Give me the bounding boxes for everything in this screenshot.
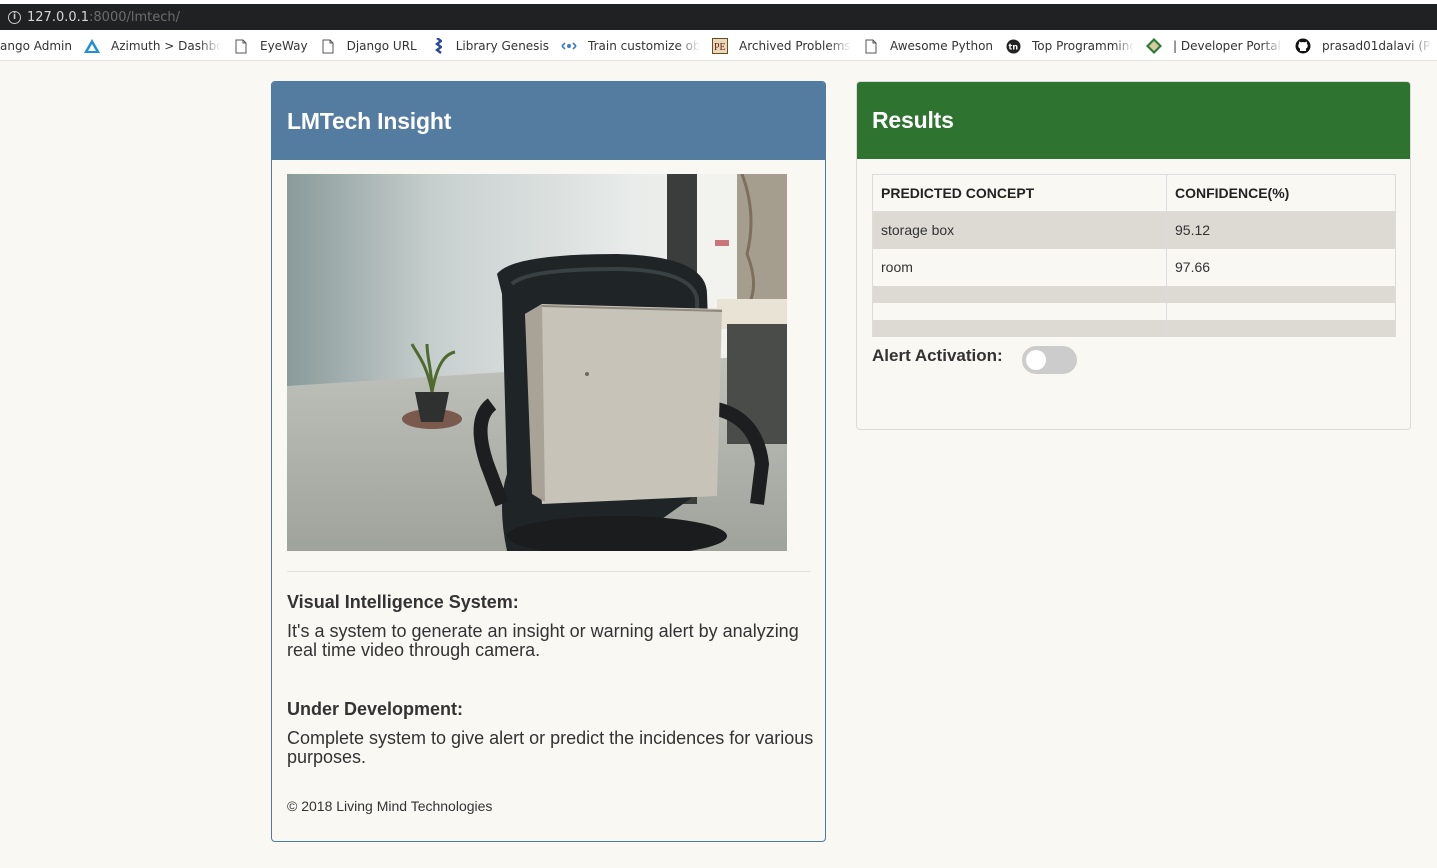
table-row: storage box 95.12 (872, 211, 1396, 249)
confidence-cell (1166, 285, 1396, 303)
section-text-under-development: Complete system to give alert or predict… (287, 728, 814, 767)
table-header-row: PREDICTED CONCEPT CONFIDENCE(%) (872, 174, 1396, 212)
bookmark-azimuth[interactable]: Azimuth > Dashboar (83, 38, 221, 54)
bookmark-archived-problems[interactable]: PE Archived Problems - (712, 38, 851, 54)
bookmarks-bar: ango Admin Azimuth > Dashboar EyeWay Dja… (0, 32, 1437, 61)
bookmark-developer-portal[interactable]: | Developer Portal : T (1146, 38, 1283, 54)
section-title-under-development: Under Development: (287, 699, 464, 719)
alert-activation-label: Alert Activation: (872, 346, 1003, 365)
table-row (872, 302, 1396, 320)
confidence-cell (1166, 302, 1396, 320)
developer-icon (1146, 38, 1163, 54)
table-row: room 97.66 (872, 248, 1396, 286)
bookmark-label: ango Admin (0, 39, 72, 53)
pe-icon: PE (712, 38, 729, 54)
bookmark-github[interactable]: prasad01dalavi (Pras (1295, 38, 1432, 54)
concept-cell: room (872, 248, 1167, 286)
content-divider (287, 571, 810, 572)
bookmark-django-url[interactable]: Django URL (320, 38, 417, 54)
table-row (872, 285, 1396, 303)
svg-text:tn: tn (1008, 42, 1018, 51)
panel-title: Results (872, 107, 954, 133)
copyright-footer: © 2018 Living Mind Technologies (287, 798, 493, 814)
bookmark-label: Train customize obje (588, 39, 701, 53)
page-icon (863, 38, 879, 54)
concept-cell (872, 302, 1167, 320)
browser-address-bar: i 127.0.0.1:8000/lmtech/ (0, 0, 1437, 32)
bookmark-library-genesis[interactable]: Library Genesis (429, 38, 549, 54)
bookmark-label: | Developer Portal : T (1173, 39, 1283, 53)
libgen-icon (429, 38, 445, 54)
section-text-visual-intelligence: It's a system to generate an insight or … (287, 621, 799, 660)
alert-activation-toggle[interactable] (1022, 346, 1077, 374)
bookmark-top-programming[interactable]: tn Top Programming C (1005, 38, 1134, 54)
bookmark-label: EyeWay (259, 39, 308, 53)
train-icon (561, 38, 577, 54)
confidence-cell: 97.66 (1166, 248, 1396, 286)
insight-panel-header: LMTech Insight (272, 82, 825, 160)
toggle-knob[interactable] (1026, 350, 1046, 370)
camera-feed (287, 174, 787, 551)
bookmark-label: Library Genesis (455, 39, 550, 53)
column-header-concept: PREDICTED CONCEPT (872, 174, 1167, 212)
results-table: PREDICTED CONCEPT CONFIDENCE(%) storage … (872, 174, 1396, 337)
panel-title: LMTech Insight (287, 107, 452, 134)
results-panel-header: Results (857, 82, 1410, 159)
bookmark-eyeway[interactable]: EyeWay (233, 38, 308, 54)
insight-panel: LMTech Insight Visual Intelligence Syste… (271, 81, 826, 842)
bookmark-label: Azimuth > Dashboar (110, 39, 221, 53)
url-field[interactable]: i 127.0.0.1:8000/lmtech/ (0, 4, 1437, 30)
table-row (872, 319, 1396, 337)
bookmark-label: Top Programming C (1032, 39, 1135, 53)
bookmark-django-admin[interactable]: ango Admin (0, 39, 72, 53)
confidence-cell: 95.12 (1166, 211, 1396, 249)
bookmark-label: Awesome Python (890, 39, 994, 53)
svg-text:PE: PE (714, 42, 726, 53)
confidence-cell (1166, 319, 1396, 337)
url-host: 127.0.0.1 (27, 9, 90, 25)
bookmark-awesome-python[interactable]: Awesome Python (863, 38, 993, 54)
info-icon[interactable]: i (8, 10, 21, 24)
url-path: :8000/lmtech/ (89, 9, 181, 25)
section-title-visual-intelligence: Visual Intelligence System: (287, 592, 519, 612)
azimuth-icon (83, 38, 100, 54)
results-panel: Results PREDICTED CONCEPT CONFIDENCE(%) … (856, 81, 1411, 430)
page-icon (233, 38, 249, 54)
bookmark-train-customize[interactable]: Train customize obje (561, 38, 700, 54)
bookmark-label: prasad01dalavi (Pras (1322, 39, 1432, 53)
tn-icon: tn (1005, 38, 1021, 54)
bookmark-label: Django URL (346, 39, 417, 53)
page-icon (320, 38, 336, 54)
concept-cell: storage box (872, 211, 1167, 249)
bookmark-label: Archived Problems - (739, 39, 852, 53)
github-icon (1295, 38, 1311, 54)
concept-cell (872, 319, 1167, 337)
concept-cell (872, 285, 1167, 303)
column-header-confidence: CONFIDENCE(%) (1166, 174, 1396, 212)
